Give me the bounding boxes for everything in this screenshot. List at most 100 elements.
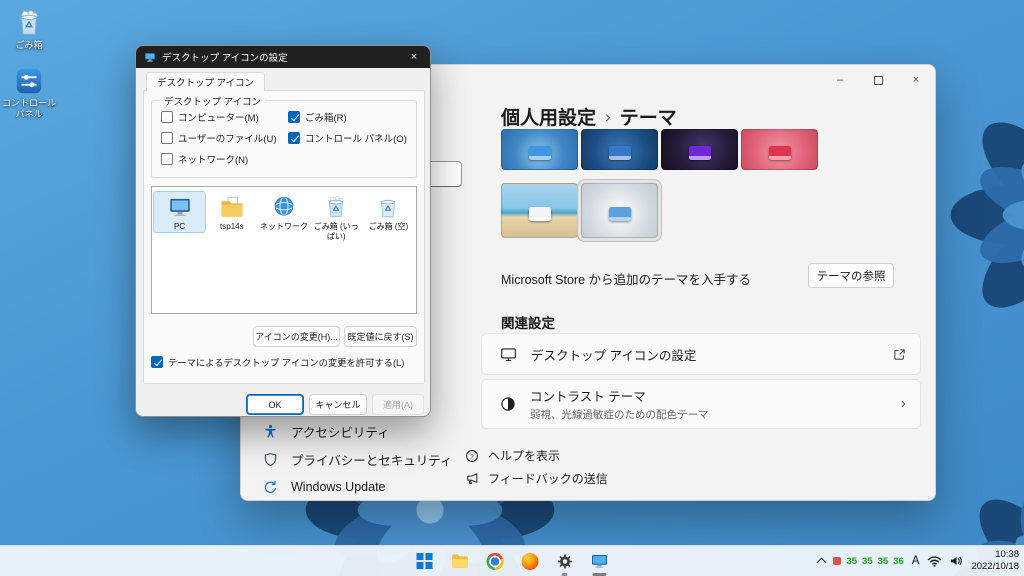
desktop-icon-label: ごみ箱 bbox=[15, 40, 43, 50]
clock-time: 10:38 bbox=[995, 548, 1019, 560]
settings-app-button[interactable] bbox=[552, 548, 578, 576]
browse-themes-button[interactable]: テーマの参照 bbox=[808, 263, 894, 288]
checkbox-control-panel[interactable]: コントロール パネル(O) bbox=[288, 131, 407, 145]
apply-button[interactable]: 適用(A) bbox=[372, 394, 424, 415]
related-settings-header: 関連設定 bbox=[501, 316, 555, 331]
system-tray: 35 35 35 36 A 10:38 2022/10/18 bbox=[817, 546, 1019, 576]
dialog-close-button[interactable]: × bbox=[398, 46, 430, 68]
desktop-icon-settings-dialog: デスクトップ アイコンの設定 × デスクトップ アイコン デスクトップ アイコン… bbox=[135, 45, 431, 417]
theme-window-glyph bbox=[528, 145, 551, 160]
checkbox-computer[interactable]: コンピューター(M) bbox=[161, 110, 259, 124]
sidebar-item-accessibility[interactable]: アクセシビリティ bbox=[249, 417, 475, 445]
checkbox-network-box[interactable] bbox=[161, 153, 173, 165]
checkbox-control-panel-box[interactable] bbox=[288, 132, 300, 144]
checkbox-label: テーマによるデスクトップ アイコンの変更を許可する(L) bbox=[168, 358, 405, 368]
maximize-button[interactable] bbox=[859, 65, 897, 95]
breadcrumb: 個人用設定 › テーマ bbox=[501, 103, 677, 130]
theme-thumbnail-dark-violet[interactable] bbox=[661, 129, 738, 170]
checkbox-recycle-bin-box[interactable] bbox=[288, 111, 300, 123]
icon-item-user-files[interactable]: tsp14s bbox=[206, 192, 257, 232]
help-link[interactable]: ? ヘルプを表示 bbox=[465, 447, 560, 464]
icon-item-pc[interactable]: PC bbox=[152, 191, 207, 233]
checkbox-user-files[interactable]: ユーザーのファイル(U) bbox=[161, 131, 277, 145]
breadcrumb-current: テーマ bbox=[619, 108, 677, 129]
checkbox-network[interactable]: ネットワーク(N) bbox=[161, 152, 248, 166]
sidebar-item-privacy-security[interactable]: プライバシーとセキュリティ bbox=[249, 445, 475, 473]
icon-item-label: ごみ箱 (空) bbox=[368, 222, 409, 231]
user-files-folder-icon bbox=[221, 196, 243, 217]
help-icon: ? bbox=[466, 449, 478, 462]
icon-item-recycle-bin-empty[interactable]: ごみ箱 (空) bbox=[363, 192, 414, 232]
desktop-icon-control-panel[interactable]: コントロールパネル bbox=[0, 66, 58, 120]
feedback-link[interactable]: フィードバックの送信 bbox=[465, 470, 608, 487]
hw-value: 35 bbox=[877, 555, 889, 567]
change-icon-button[interactable]: アイコンの変更(H)... bbox=[253, 326, 340, 347]
taskbar-center-icons bbox=[412, 546, 613, 576]
theme-thumbnail-windows-light-blue[interactable] bbox=[501, 129, 578, 170]
checkbox-label: コンピューター(M) bbox=[178, 113, 259, 124]
start-button[interactable] bbox=[412, 548, 438, 574]
display-settings-button[interactable] bbox=[587, 548, 613, 576]
icon-item-label: tsp14s bbox=[220, 222, 244, 231]
checkbox-allow-theme-change-box[interactable] bbox=[151, 356, 163, 368]
checkbox-recycle-bin[interactable]: ごみ箱(R) bbox=[288, 110, 347, 124]
hardware-monitor-cluster[interactable]: 35 35 35 36 bbox=[833, 555, 904, 567]
svg-text:?: ? bbox=[470, 451, 474, 460]
checkbox-allow-theme-change[interactable]: テーマによるデスクトップ アイコンの変更を許可する(L) bbox=[151, 355, 404, 369]
accessibility-icon bbox=[265, 424, 276, 438]
icon-item-network[interactable]: ネットワーク bbox=[258, 192, 309, 232]
ime-mode-indicator[interactable]: A bbox=[912, 555, 920, 567]
close-button[interactable]: × bbox=[897, 65, 935, 95]
network-globe-icon bbox=[274, 196, 294, 216]
shield-icon bbox=[264, 452, 277, 466]
sidebar-item-windows-update[interactable]: Windows Update bbox=[249, 473, 475, 500]
theme-thumbnail-windows-dark-blue[interactable] bbox=[581, 129, 658, 170]
speaker-icon[interactable] bbox=[950, 555, 963, 567]
breadcrumb-root[interactable]: 個人用設定 bbox=[501, 103, 596, 130]
dialog-titlebar[interactable]: デスクトップ アイコンの設定 × bbox=[136, 46, 430, 68]
sidebar-item-label: プライバシーとセキュリティ bbox=[291, 453, 453, 468]
theme-thumbnail-gray-bloom-selected[interactable] bbox=[581, 183, 658, 238]
monitor-outline-icon bbox=[500, 346, 517, 363]
desktop-icon-label: コントロールパネル bbox=[2, 98, 57, 119]
card-title: デスクトップ アイコンの設定 bbox=[531, 348, 697, 363]
checkbox-computer-box[interactable] bbox=[161, 111, 173, 123]
chrome-button[interactable] bbox=[482, 548, 508, 574]
related-card-contrast-themes[interactable]: コントラスト テーマ 弱視、光線過敏症のための配色テーマ › bbox=[481, 379, 921, 429]
tab-desktop-icons[interactable]: デスクトップ アイコン bbox=[146, 72, 266, 91]
feedback-link-label: フィードバックの送信 bbox=[488, 472, 608, 486]
close-icon: × bbox=[912, 74, 920, 86]
update-arrows-icon bbox=[264, 480, 277, 493]
dialog-title: デスクトップ アイコンの設定 bbox=[162, 53, 288, 64]
desktop-icon-recycle-bin[interactable]: ごみ箱 bbox=[0, 8, 58, 51]
restore-default-button[interactable]: 既定値に戻す(S) bbox=[344, 326, 417, 347]
recycle-bin-full-icon bbox=[329, 196, 344, 218]
hw-value: 35 bbox=[846, 555, 858, 567]
icon-item-recycle-bin-full[interactable]: ごみ箱 (いっぱい) bbox=[311, 192, 362, 242]
theme-grid-row-2 bbox=[501, 183, 658, 238]
taskbar-clock[interactable]: 10:38 2022/10/18 bbox=[971, 549, 1019, 574]
cancel-button[interactable]: キャンセル bbox=[309, 394, 367, 415]
store-themes-text: Microsoft Store から追加のテーマを入手する bbox=[501, 273, 752, 287]
control-panel-icon bbox=[16, 68, 42, 94]
theme-thumbnail-beach[interactable] bbox=[501, 183, 578, 238]
related-card-desktop-icon-settings[interactable]: デスクトップ アイコンの設定 bbox=[481, 333, 921, 375]
gear-icon bbox=[557, 553, 572, 569]
file-explorer-button[interactable] bbox=[447, 548, 473, 574]
clock-date: 2022/10/18 bbox=[971, 561, 1019, 572]
hidden-icons-chevron-icon[interactable] bbox=[817, 557, 827, 568]
firefox-icon bbox=[521, 552, 538, 570]
chrome-icon bbox=[486, 552, 503, 570]
minimize-button[interactable]: – bbox=[821, 65, 859, 95]
ok-button[interactable]: OK bbox=[246, 394, 304, 415]
theme-thumbnail-pink-bloom[interactable] bbox=[741, 129, 818, 170]
icon-listbox: PC tsp14s ネットワーク ごみ箱 (いっぱい) ごみ箱 (空) bbox=[151, 186, 417, 314]
checkbox-user-files-box[interactable] bbox=[161, 132, 173, 144]
folder-icon bbox=[451, 553, 468, 568]
recycle-bin-icon bbox=[20, 10, 38, 35]
wallpaper-bloom bbox=[950, 90, 1024, 340]
wifi-icon[interactable] bbox=[927, 555, 942, 567]
firefox-button[interactable] bbox=[517, 548, 543, 574]
hw-monitor-icon bbox=[833, 557, 842, 565]
help-link-label: ヘルプを表示 bbox=[488, 449, 561, 463]
